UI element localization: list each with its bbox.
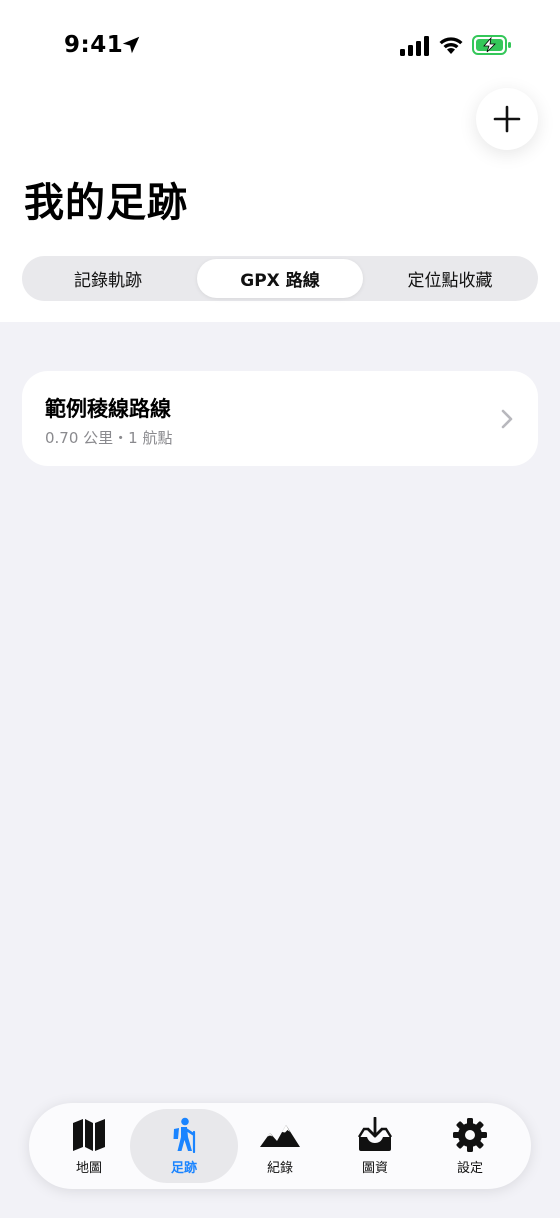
hiker-icon: [173, 1117, 196, 1153]
tab-records[interactable]: 紀錄: [226, 1109, 334, 1183]
cellular-signal-icon: [400, 36, 429, 56]
route-list-item[interactable]: 範例稜線路線 0.70 公里・1 航點: [22, 371, 538, 466]
wifi-icon: [439, 37, 463, 54]
tab-label: 紀錄: [266, 1160, 293, 1176]
plus-icon: [493, 105, 521, 133]
status-bar: 9:41: [0, 0, 560, 92]
route-name: 範例稜線路線: [45, 397, 171, 421]
tray-download-icon: [357, 1116, 393, 1151]
tab-label: 地圖: [75, 1160, 102, 1176]
tab-footprints[interactable]: 足跡: [130, 1109, 238, 1183]
mountains-icon: [260, 1124, 300, 1147]
gear-icon: [453, 1117, 487, 1152]
status-time: 9:41: [64, 32, 124, 58]
segment-recorded-tracks[interactable]: 記錄軌跡: [25, 259, 191, 298]
segmented-control: 記錄軌跡 GPX 路線 定位點收藏: [22, 256, 538, 301]
add-button[interactable]: [476, 88, 538, 150]
location-arrow-icon: [122, 36, 140, 54]
segment-gpx-routes[interactable]: GPX 路線: [197, 259, 363, 298]
chevron-right-icon: [501, 409, 513, 429]
tab-label: 設定: [456, 1160, 483, 1176]
battery-charging-icon: [472, 35, 511, 55]
tab-label: 圖資: [361, 1160, 388, 1176]
header-area: 9:41 我的足跡 記錄軌跡 GPX 路線 定位點收藏: [0, 0, 560, 322]
map-icon: [73, 1118, 105, 1151]
tab-settings[interactable]: 設定: [416, 1109, 524, 1183]
segment-saved-locations[interactable]: 定位點收藏: [367, 259, 533, 298]
route-meta: 0.70 公里・1 航點: [45, 429, 173, 447]
page-title: 我的足跡: [24, 180, 188, 226]
tab-bar: 地圖 足跡 紀錄 圖資 設定: [29, 1103, 531, 1189]
tab-label: 足跡: [170, 1160, 197, 1176]
tab-map-data[interactable]: 圖資: [321, 1109, 429, 1183]
tab-map[interactable]: 地圖: [35, 1109, 143, 1183]
